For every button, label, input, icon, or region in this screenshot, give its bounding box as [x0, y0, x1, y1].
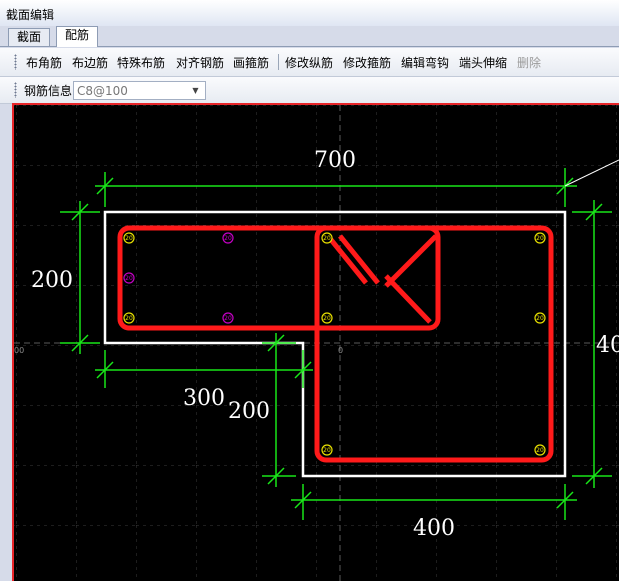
rebar-info-value: C8@100	[77, 84, 128, 98]
corner-bar[interactable]: 20	[321, 312, 333, 324]
corner-bar[interactable]: 20	[534, 312, 546, 324]
section-canvas[interactable]: 00 0 20 20 20 20 20 20 20 20 20 20 20 70…	[12, 103, 619, 581]
svg-text:20: 20	[323, 235, 331, 242]
svg-text:20: 20	[125, 315, 133, 322]
edit-toolbar: 布角筋 布边筋 特殊布筋 对齐钢筋 画箍筋 修改纵筋 修改箍筋 编辑弯钩 端头伸…	[0, 48, 619, 77]
place-corner-bar-button[interactable]: 布角筋	[26, 54, 62, 71]
svg-text:20: 20	[224, 315, 232, 322]
corner-bar[interactable]: 20	[534, 444, 546, 456]
axis-label-left: 00	[14, 346, 24, 355]
delete-button[interactable]: 删除	[517, 54, 541, 71]
corner-bar[interactable]: 20	[321, 232, 333, 244]
edge-bar[interactable]: 20	[123, 272, 135, 284]
tab-strip: 截面 配筋	[0, 26, 619, 47]
place-edge-bar-button[interactable]: 布边筋	[72, 54, 108, 71]
edit-stirrup-button[interactable]: 修改箍筋	[343, 54, 391, 71]
dimension-right: 40	[596, 333, 619, 358]
svg-text:20: 20	[536, 315, 544, 322]
rebar-info-select[interactable]: C8@100 ▼	[73, 81, 206, 100]
edit-hook-button[interactable]: 编辑弯钩	[401, 54, 449, 71]
dimension-top: 700	[314, 148, 356, 173]
svg-text:20: 20	[323, 315, 331, 322]
toolbar-separator	[278, 54, 279, 70]
svg-text:20: 20	[323, 447, 331, 454]
toolbar-grip[interactable]	[14, 82, 17, 98]
draw-stirrup-button[interactable]: 画箍筋	[233, 54, 269, 71]
edge-bar[interactable]: 20	[222, 232, 234, 244]
special-bar-button[interactable]: 特殊布筋	[117, 54, 165, 71]
toolbar-grip[interactable]	[14, 54, 17, 70]
edge-bar[interactable]: 20	[222, 312, 234, 324]
align-bars-button[interactable]: 对齐钢筋	[176, 54, 224, 71]
rebar-info-label: 钢筋信息	[24, 84, 73, 98]
window-title: 截面编辑	[6, 8, 55, 22]
dimension-bottom: 400	[413, 516, 455, 541]
tab-section[interactable]: 截面	[8, 28, 51, 46]
dimension-bottom-mid: 200	[228, 399, 270, 424]
axis-label-center: 0	[338, 346, 343, 355]
chevron-down-icon[interactable]: ▼	[188, 83, 203, 98]
section-drawing[interactable]: 00 0 20 20 20 20 20 20 20 20 20 20 20 70…	[14, 105, 619, 581]
corner-bar[interactable]: 20	[123, 232, 135, 244]
edit-longitudinal-bar-button[interactable]: 修改纵筋	[285, 54, 333, 71]
svg-text:20: 20	[125, 235, 133, 242]
dimension-left: 200	[31, 268, 73, 293]
corner-bar[interactable]: 20	[123, 312, 135, 324]
window-titlebar: 截面编辑	[0, 0, 619, 27]
rebar-info-toolbar: 钢筋信息 C8@100 ▼	[0, 77, 619, 104]
corner-bar[interactable]: 20	[534, 232, 546, 244]
corner-bar[interactable]: 20	[321, 444, 333, 456]
tab-reinforcement[interactable]: 配筋	[56, 26, 99, 47]
svg-text:20: 20	[224, 235, 232, 242]
svg-text:20: 20	[125, 275, 133, 282]
svg-text:20: 20	[536, 235, 544, 242]
svg-text:20: 20	[536, 447, 544, 454]
dimension-bottom-left: 300	[183, 386, 225, 411]
end-extend-button[interactable]: 端头伸缩	[459, 54, 507, 71]
